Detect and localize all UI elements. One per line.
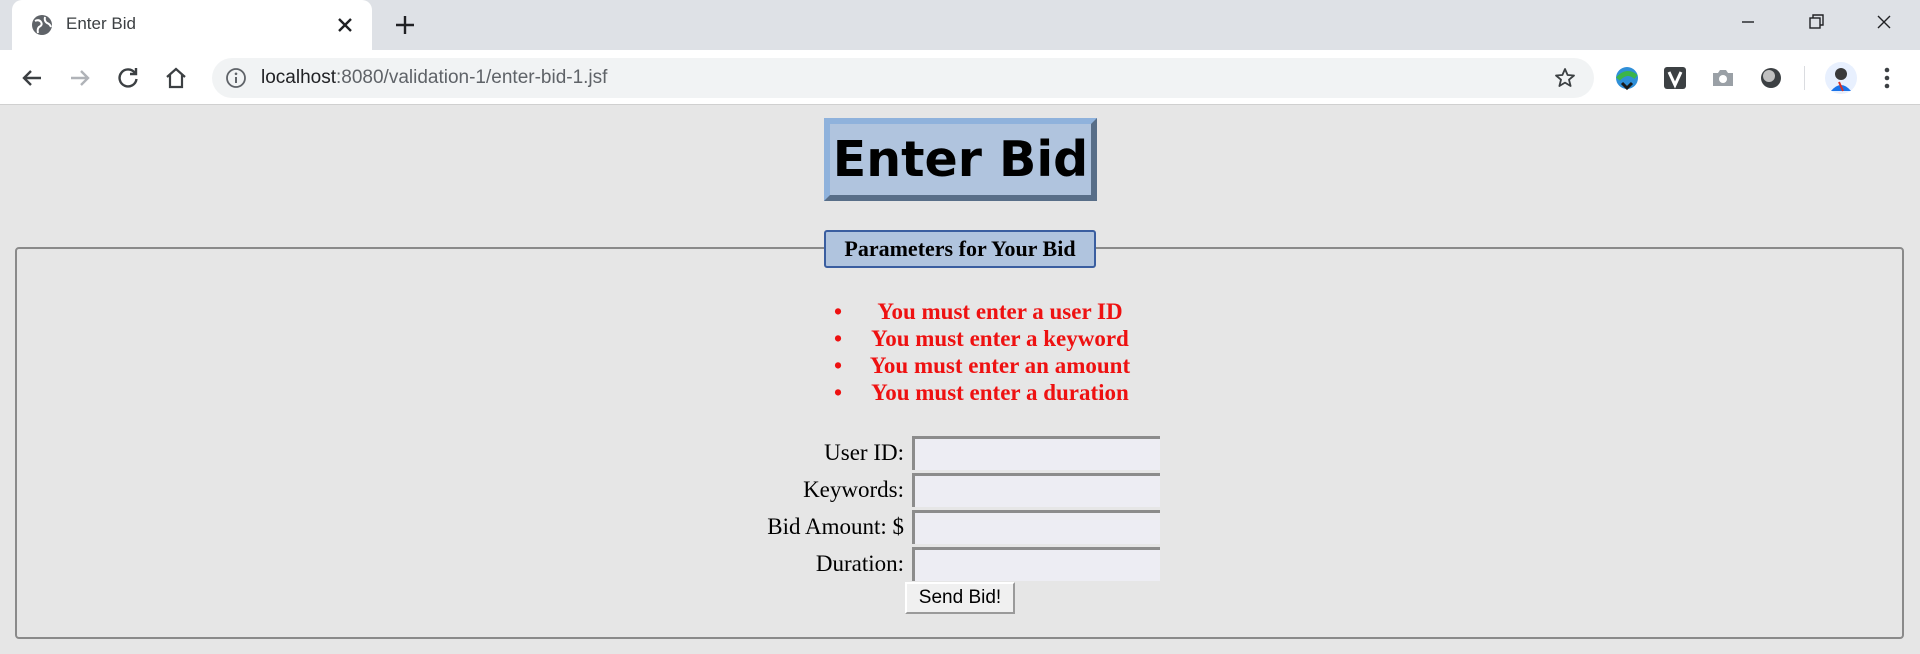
browser-toolbar: localhost:8080/validation-1/enter-bid-1.…: [0, 50, 1920, 105]
tab-title: Enter Bid: [66, 14, 136, 33]
url-path: :8080/validation-1/enter-bid-1.jsf: [336, 67, 608, 88]
toolbar-separator: [1804, 66, 1805, 90]
duration-row: Duration:: [0, 547, 1920, 583]
info-icon[interactable]: [225, 67, 247, 89]
url-host: localhost: [261, 67, 336, 88]
error-message: • You must enter a duration: [830, 379, 1170, 406]
browser-tab[interactable]: Enter Bid: [12, 0, 372, 50]
user-id-row: User ID:: [0, 436, 1920, 472]
tab-strip: Enter Bid: [0, 0, 1920, 50]
error-text-duration: You must enter a duration: [871, 380, 1129, 405]
fieldset-legend: Parameters for Your Bid: [824, 230, 1096, 268]
globe-icon: [32, 15, 52, 35]
error-message: • You must enter a keyword: [830, 325, 1170, 352]
error-bullet: •: [833, 326, 843, 351]
keywords-input[interactable]: [912, 473, 1160, 507]
kebab-menu-icon[interactable]: [1872, 63, 1902, 93]
close-icon[interactable]: [333, 13, 357, 37]
send-bid-button[interactable]: Send Bid!: [905, 582, 1015, 614]
page-content: Enter Bid Parameters for Your Bid • You …: [0, 106, 1920, 654]
home-icon[interactable]: [160, 62, 192, 94]
extension-downloader-icon[interactable]: [1612, 63, 1642, 93]
plus-icon[interactable]: [391, 11, 419, 39]
url-text: localhost:8080/validation-1/enter-bid-1.…: [261, 67, 607, 89]
bid-amount-label: Bid Amount: $: [767, 514, 904, 539]
reload-icon[interactable]: [112, 62, 144, 94]
page-title-box: Enter Bid: [824, 118, 1097, 201]
profile-avatar-icon[interactable]: [1824, 61, 1858, 95]
duration-input[interactable]: [912, 547, 1160, 581]
error-bullet: •: [833, 299, 843, 324]
error-bullet: •: [833, 353, 843, 378]
forward-arrow-icon[interactable]: [64, 62, 96, 94]
keywords-row: Keywords:: [0, 473, 1920, 509]
page-title: Enter Bid: [832, 131, 1089, 188]
restore-icon[interactable]: [1796, 8, 1836, 36]
bid-amount-row: Bid Amount: $: [0, 510, 1920, 546]
back-arrow-icon[interactable]: [16, 62, 48, 94]
error-bullet: •: [833, 380, 843, 405]
user-id-label: User ID:: [824, 440, 904, 465]
window-close-icon[interactable]: [1864, 8, 1904, 36]
error-message: • You must enter an amount: [830, 352, 1170, 379]
legend-text: Parameters for Your Bid: [844, 236, 1076, 261]
error-list: • You must enter a user ID • You must en…: [830, 298, 1170, 406]
camera-icon[interactable]: [1708, 63, 1738, 93]
extension-v-icon[interactable]: [1660, 63, 1690, 93]
error-message: • You must enter a user ID: [830, 298, 1170, 325]
error-text-amount: You must enter an amount: [869, 353, 1131, 378]
bid-amount-input[interactable]: [912, 510, 1160, 544]
error-text-keyword: You must enter a keyword: [871, 326, 1129, 351]
duration-label: Duration:: [815, 551, 904, 576]
extension-circle-icon[interactable]: [1756, 63, 1786, 93]
error-text-user-id: You must enter a user ID: [877, 299, 1123, 324]
star-icon[interactable]: [1553, 66, 1577, 90]
minimize-icon[interactable]: [1728, 8, 1768, 36]
address-bar[interactable]: localhost:8080/validation-1/enter-bid-1.…: [212, 58, 1594, 98]
keywords-label: Keywords:: [803, 477, 904, 502]
user-id-input[interactable]: [912, 436, 1160, 470]
